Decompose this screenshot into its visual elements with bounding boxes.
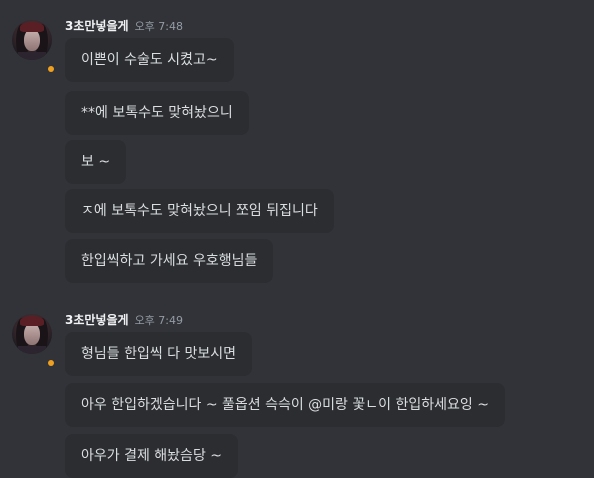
status-dot-icon (48, 66, 54, 72)
message-bubble[interactable]: ㅈ에 보톡수도 맞혀놨으니 쪼임 뒤집니다 (65, 189, 334, 233)
timestamp: 오후 7:49 (134, 314, 184, 327)
message-bubble[interactable]: 아우가 결제 해놨슴당 ~ (65, 434, 239, 478)
username[interactable]: 3초만넣을게 (65, 19, 129, 33)
message-bubble[interactable]: 이쁜이 수술도 시켰고~ (65, 38, 234, 82)
status-dot-icon (48, 360, 54, 366)
user-avatar-icon[interactable] (12, 20, 52, 60)
chat-log: 3초만넣을게 오후 7:48 이쁜이 수술도 시켰고~ **에 보톡수도 맞혀놨으… (0, 0, 594, 478)
username[interactable]: 3초만넣을게 (65, 313, 129, 327)
timestamp: 오후 7:48 (134, 20, 184, 33)
message-bubble[interactable]: **에 보톡수도 맞혀놨으니 (65, 91, 249, 135)
avatar-container[interactable] (12, 314, 54, 366)
message-group-1: 3초만넣을게 오후 7:48 이쁜이 수술도 시켰고~ **에 보톡수도 맞혀놨으… (0, 16, 594, 286)
message-bubble[interactable]: 한입씩하고 가세요 우호행님들 (65, 239, 274, 283)
message-header: 3초만넣을게 오후 7:48 (65, 16, 183, 34)
user-avatar-icon[interactable] (12, 314, 52, 354)
message-bubble[interactable]: 형님들 한입씩 다 맛보시면 (65, 332, 253, 376)
message-group-2: 3초만넣을게 오후 7:49 형님들 한입씩 다 맛보시면 아우 한입하겠습니다 … (0, 310, 594, 478)
message-bubble[interactable]: 보 ~ (65, 140, 127, 184)
avatar-container[interactable] (12, 20, 54, 72)
message-header: 3초만넣을게 오후 7:49 (65, 310, 183, 328)
message-bubble[interactable]: 아우 한입하겠습니다 ~ 풀옵션 슥슥이 @미랑 꽃ㄴ이 한입하세요잉 ~ (65, 383, 505, 427)
